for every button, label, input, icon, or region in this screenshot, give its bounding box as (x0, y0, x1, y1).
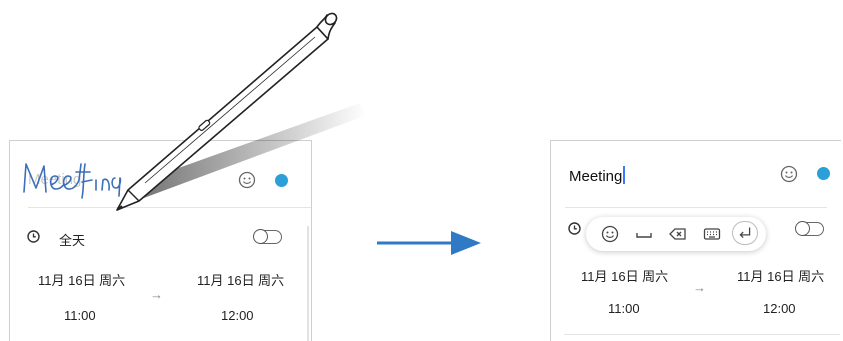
backspace-icon[interactable] (668, 224, 688, 244)
allday-label: 全天 (59, 233, 86, 248)
enter-icon[interactable] (732, 221, 758, 245)
clock-icon (27, 230, 40, 243)
start-time[interactable]: 11:00 (608, 301, 640, 316)
allday-toggle[interactable] (795, 220, 824, 236)
allday-toggle[interactable] (253, 228, 282, 244)
start-date[interactable]: 11月 16日 周六 (581, 266, 668, 285)
emoji-icon[interactable] (600, 224, 620, 244)
end-date[interactable]: 11月 16日 周六 (737, 266, 824, 285)
divider (564, 334, 840, 335)
handwriting-toolbar (586, 217, 766, 251)
transition-arrow-icon (377, 231, 481, 255)
clock-icon (568, 222, 581, 235)
range-arrow: → (693, 280, 706, 295)
start-time[interactable]: 11:00 (64, 308, 96, 323)
toggle-knob (795, 220, 810, 236)
keyboard-icon[interactable] (702, 224, 722, 244)
text-cursor (623, 166, 625, 184)
start-date[interactable]: 11月 16日 周六 (38, 270, 125, 289)
emoji-icon[interactable] (780, 165, 798, 183)
end-time[interactable]: 12:00 (763, 301, 796, 316)
range-arrow: → (150, 287, 163, 302)
toggle-knob (253, 228, 268, 244)
color-dot[interactable] (817, 167, 830, 180)
space-icon[interactable] (634, 224, 654, 244)
end-date[interactable]: 11月 16日 周六 (197, 270, 284, 289)
scrollbar-track[interactable] (307, 226, 309, 341)
title-value: Meeting (569, 168, 623, 185)
title-input[interactable]: Meeting (569, 166, 625, 185)
end-time[interactable]: 12:00 (221, 308, 254, 323)
s-pen-stylus (116, 12, 367, 211)
